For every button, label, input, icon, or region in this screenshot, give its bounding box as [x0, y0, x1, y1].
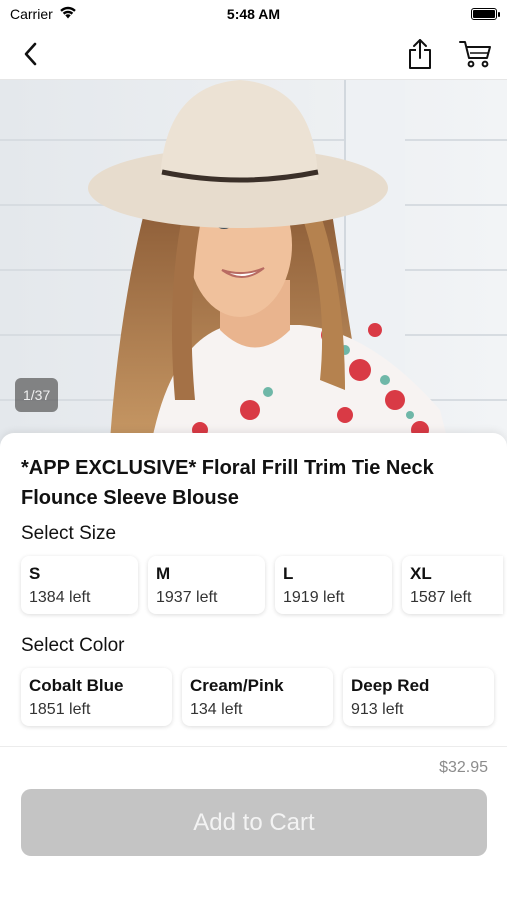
status-bar: Carrier 5:48 AM — [0, 0, 507, 28]
nav-actions — [403, 37, 493, 71]
battery-icon — [471, 8, 500, 20]
carrier-label: Carrier — [10, 6, 53, 22]
product-price: $32.95 — [439, 759, 488, 776]
size-name: M — [156, 564, 171, 583]
image-counter: 1/37 — [15, 378, 59, 412]
size-name: XL — [410, 564, 432, 583]
share-button[interactable] — [403, 37, 437, 71]
size-option-xl[interactable]: XL 1587 left — [402, 556, 503, 614]
color-stock: 1851 left — [29, 701, 91, 718]
select-size-label: Select Size — [21, 523, 117, 544]
color-name: Deep Red — [351, 676, 430, 695]
status-left: Carrier — [10, 6, 77, 22]
product-photo — [0, 80, 507, 450]
size-stock: 1919 left — [283, 589, 345, 606]
size-stock: 1384 left — [29, 589, 91, 606]
back-button[interactable] — [14, 37, 48, 71]
product-details-sheet: *APP EXCLUSIVE* Floral Frill Trim Tie Ne… — [0, 433, 507, 746]
add-to-cart-button[interactable]: Add to Cart — [21, 789, 487, 856]
size-name: S — [29, 564, 41, 583]
size-option-l[interactable]: L 1919 left — [275, 556, 392, 614]
size-stock: 1937 left — [156, 589, 218, 606]
color-options: Cobalt Blue 1851 left Cream/Pink 134 lef… — [21, 668, 494, 726]
product-title: *APP EXCLUSIVE* Floral Frill Trim Tie Ne… — [21, 457, 434, 509]
chevron-left-icon — [24, 42, 37, 65]
color-stock: 913 left — [351, 701, 404, 718]
color-option-deep-red[interactable]: Deep Red 913 left — [343, 668, 494, 726]
share-icon — [409, 38, 431, 69]
product-image[interactable]: 1/37 — [0, 80, 507, 450]
size-option-m[interactable]: M 1937 left — [148, 556, 265, 614]
color-name: Cream/Pink — [190, 676, 284, 695]
select-color-label: Select Color — [21, 635, 125, 656]
purchase-footer: $32.95 Add to Cart — [0, 746, 507, 900]
wifi-icon — [59, 6, 77, 22]
cart-button[interactable] — [459, 37, 493, 71]
color-stock: 134 left — [190, 701, 243, 718]
cart-icon — [459, 40, 491, 67]
size-options: S 1384 left M 1937 left L 1919 left XL 1… — [21, 556, 503, 614]
size-stock: 1587 left — [410, 589, 472, 606]
nav-bar — [0, 28, 507, 80]
color-name: Cobalt Blue — [29, 676, 124, 695]
color-option-cobalt-blue[interactable]: Cobalt Blue 1851 left — [21, 668, 172, 726]
color-option-cream-pink[interactable]: Cream/Pink 134 left — [182, 668, 333, 726]
size-option-s[interactable]: S 1384 left — [21, 556, 138, 614]
size-name: L — [283, 564, 294, 583]
